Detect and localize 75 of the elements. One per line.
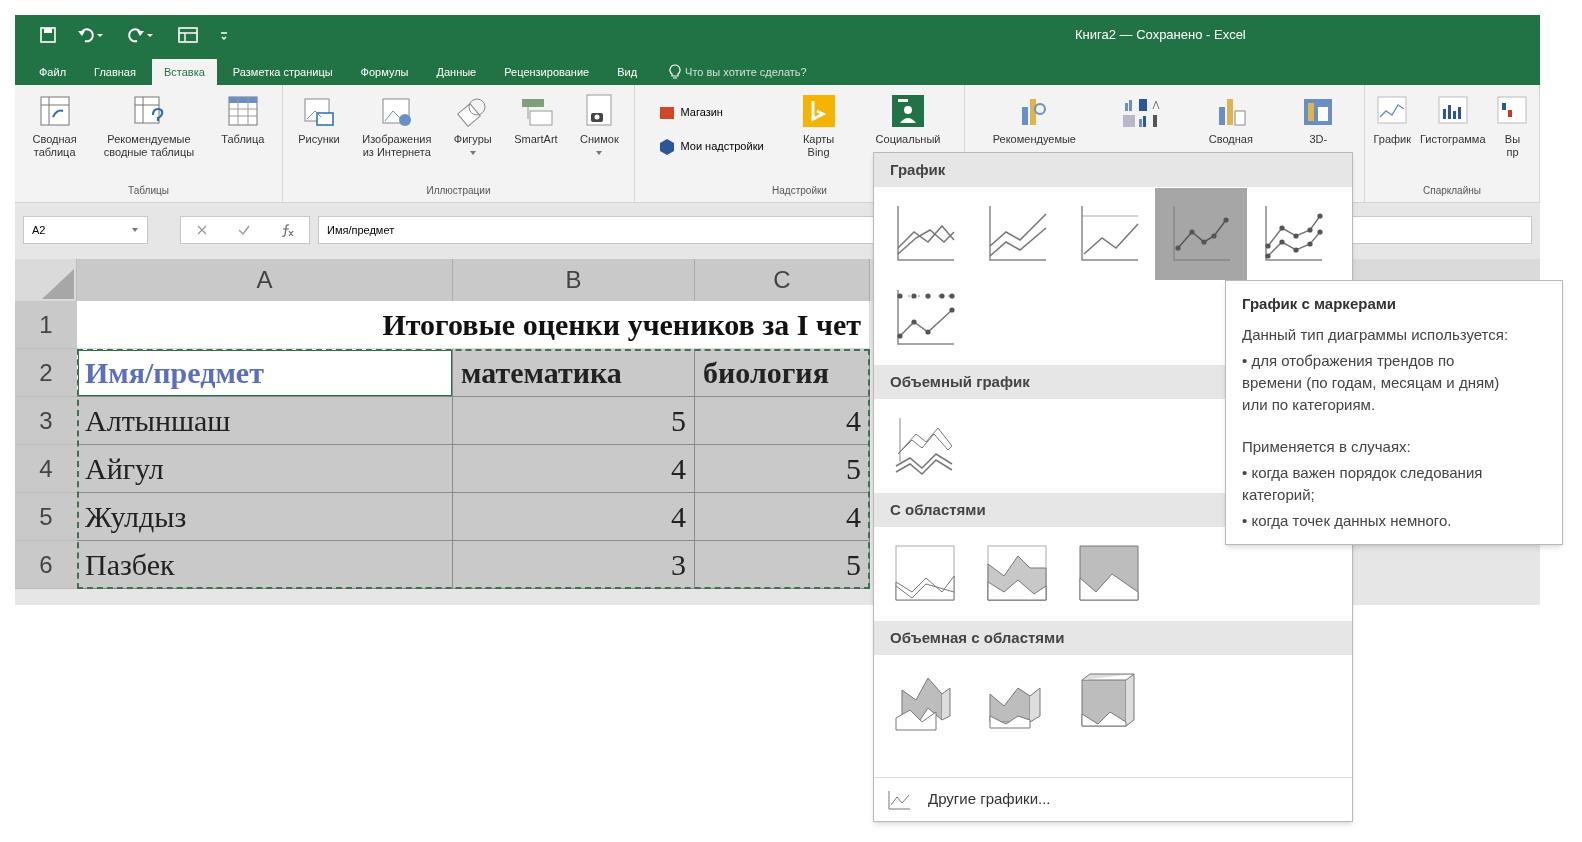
tooltip-text: Применяется в случаях:: [1242, 436, 1412, 457]
column-header[interactable]: A: [77, 259, 453, 301]
check-icon: [238, 224, 250, 236]
person-chart-icon: [890, 93, 927, 129]
group-label: Надстройки: [771, 184, 828, 198]
ribbon-button[interactable]: SmartArt: [512, 93, 560, 146]
group-label: Спарклайны: [1422, 184, 1482, 198]
ribbon-button[interactable]: Рекомендуемые: [990, 93, 1078, 146]
ribbon-button[interactable]: График: [1371, 93, 1414, 146]
table-cell: Пазбек: [77, 541, 453, 589]
row-header[interactable]: 2: [15, 349, 77, 397]
table-cell: 5: [453, 397, 695, 445]
ribbon-tab[interactable]: Файл: [27, 59, 79, 85]
table-cell: Имя/предмет: [77, 349, 453, 397]
ribbon-button[interactable]: 3D-: [1298, 93, 1339, 146]
table-cell: 3: [453, 541, 695, 589]
ribbon-button[interactable]: Таблица: [219, 93, 267, 146]
row-header[interactable]: 4: [15, 445, 77, 493]
row-header[interactable]: 6: [15, 541, 77, 589]
ribbon-tab[interactable]: Вставка: [151, 59, 217, 85]
tell-me-field[interactable]: Что вы хотите сделать?: [685, 63, 886, 81]
form-icon: [177, 26, 199, 44]
table-cell: 4: [695, 397, 870, 445]
line-chart-icon: [886, 788, 912, 811]
group-label: Иллюстрации: [425, 184, 492, 198]
ribbon-button[interactable]: Фигуры: [451, 93, 494, 156]
ribbon-tab[interactable]: Вид: [605, 59, 650, 85]
function-icon: [280, 223, 294, 237]
table-title: Итоговые оценки учеников за I чет: [77, 301, 870, 349]
table-cell: 5: [695, 445, 870, 493]
cancel-icon: [196, 224, 208, 236]
bing-logo-icon: [800, 93, 837, 129]
row-header[interactable]: 5: [15, 493, 77, 541]
row-header[interactable]: 1: [15, 301, 77, 349]
table-cell: Алтыншаш: [77, 397, 453, 445]
ribbon-button[interactable]: Магазин: [656, 101, 764, 123]
tooltip-text: Данный тип диаграммы используется:: [1242, 324, 1510, 345]
ribbon-button[interactable]: Рекомендуемые сводные таблицы: [101, 93, 197, 159]
table-cell: Айгул: [77, 445, 453, 493]
ribbon-button[interactable]: Сводная: [1206, 93, 1255, 146]
ribbon-button[interactable]: Рисунки: [296, 93, 342, 146]
caret-icon: [131, 227, 139, 233]
ribbon-button[interactable]: Сводная таблица: [30, 93, 79, 159]
ribbon-tab[interactable]: Формулы: [348, 59, 421, 85]
table-cell: математика: [453, 349, 695, 397]
tooltip-title: График с маркерами: [1242, 294, 1398, 314]
group-label: Таблицы: [127, 184, 170, 198]
section-heading: Объемная с областями: [874, 621, 1352, 655]
ribbon-button[interactable]: Вы пр: [1492, 93, 1533, 159]
ribbon-tab[interactable]: Главная: [82, 59, 148, 85]
column-header[interactable]: C: [695, 259, 870, 301]
ribbon-tab[interactable]: Рецензирование: [492, 59, 602, 85]
ribbon-button[interactable]: Снимок: [578, 93, 621, 156]
table-cell: 4: [453, 493, 695, 541]
ribbon-button[interactable]: Изображения из Интернета: [360, 93, 434, 159]
ribbon-tab[interactable]: Данные: [424, 59, 489, 85]
ribbon-button[interactable]: Карты Bing: [798, 93, 839, 159]
ribbon-button[interactable]: Мои надстройки: [656, 135, 764, 157]
row-header[interactable]: 3: [15, 397, 77, 445]
table-cell: 4: [453, 445, 695, 493]
name-box[interactable]: A2: [23, 216, 148, 244]
window-title: Книга2 — Сохранено - Excel: [1075, 26, 1246, 44]
column-header[interactable]: B: [453, 259, 695, 301]
ribbon-tab[interactable]: Разметка страницы: [220, 59, 345, 85]
table-cell: 4: [695, 493, 870, 541]
more-charts-link[interactable]: Другие графики...: [874, 777, 1352, 821]
cell-reference: A2: [32, 222, 46, 238]
section-heading: График: [874, 153, 1352, 187]
table-cell: Жулдыз: [77, 493, 453, 541]
table-cell: 5: [695, 541, 870, 589]
save-icon: [39, 26, 57, 44]
ribbon-button[interactable]: Социальный: [873, 93, 943, 146]
table-cell: биология: [695, 349, 870, 397]
ribbon-button[interactable]: Гистограмма: [1418, 93, 1488, 146]
lightbulb-icon: [669, 64, 682, 80]
